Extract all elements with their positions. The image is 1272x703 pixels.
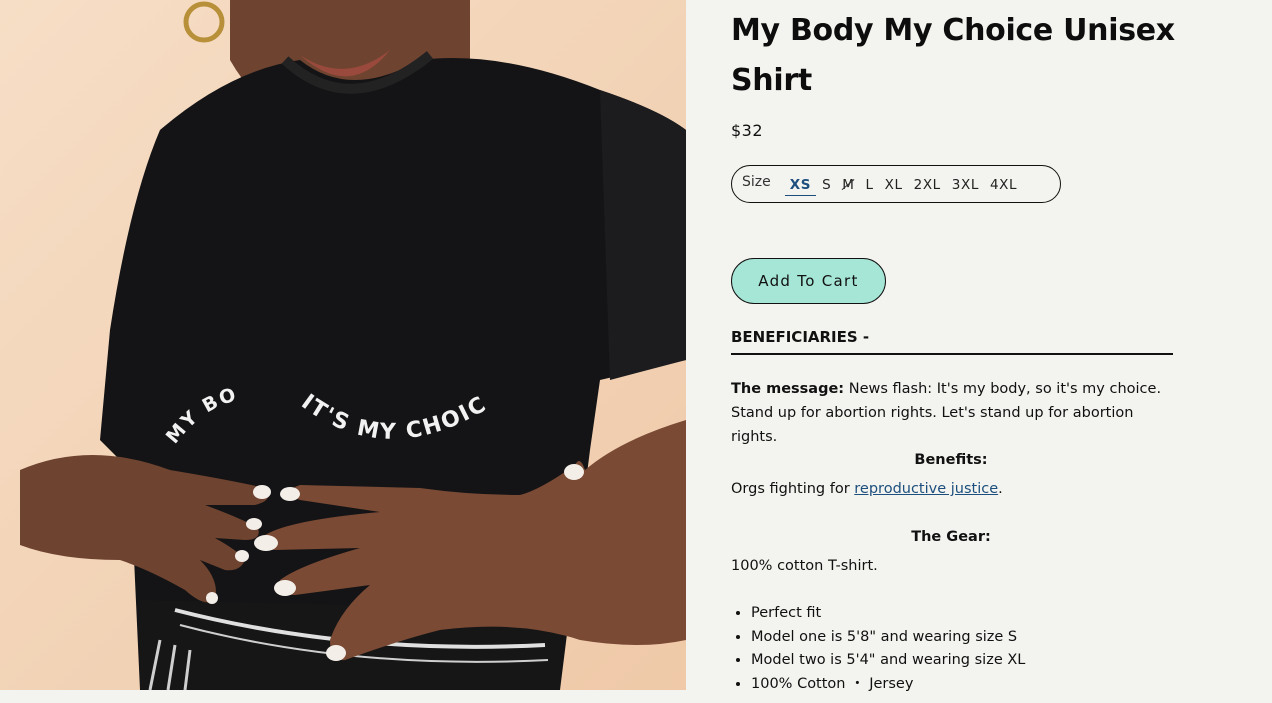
- size-option-s[interactable]: S: [817, 173, 836, 196]
- message-label: The message:: [731, 381, 845, 397]
- reproductive-justice-link[interactable]: reproductive justice: [854, 481, 998, 497]
- benefits-prefix: Orgs fighting for: [731, 481, 855, 497]
- size-option-xl[interactable]: XL: [880, 173, 908, 196]
- size-option-2xl[interactable]: 2XL: [909, 173, 946, 196]
- gear-text: 100% cotton T-shirt.: [731, 558, 878, 574]
- size-selector: Size XS S M L XL 2XL 3XL 4XL: [731, 165, 1061, 203]
- list-item: Model one is 5'8" and wearing size S: [751, 626, 1025, 650]
- product-photo-illustration: MY BODY IT'S MY CHOICE: [0, 0, 686, 690]
- list-item: 100% Cotton ・ Jersey: [751, 673, 1025, 697]
- gear-bullet-list: Perfect fit Model one is 5'8" and wearin…: [731, 602, 1025, 696]
- message-paragraph: The message: News flash: It's my body, s…: [731, 377, 1181, 449]
- list-item: Model two is 5'4" and wearing size XL: [751, 649, 1025, 673]
- size-option-m[interactable]: M: [837, 173, 859, 196]
- gear-heading: The Gear:: [911, 529, 991, 545]
- add-to-cart-button[interactable]: Add To Cart: [731, 258, 886, 304]
- product-title: My Body My Choice Unisex Shirt: [731, 13, 1175, 98]
- benefits-suffix: .: [998, 481, 1003, 497]
- size-option-4xl[interactable]: 4XL: [985, 173, 1022, 196]
- product-price: $32: [731, 121, 764, 140]
- size-label: Size: [742, 174, 771, 190]
- size-option-3xl[interactable]: 3XL: [947, 173, 984, 196]
- beneficiaries-heading: BENEFICIARIES -: [731, 328, 1173, 355]
- size-option-l[interactable]: L: [861, 173, 879, 196]
- benefits-paragraph: Orgs fighting for reproductive justice.: [731, 477, 1181, 501]
- page-bottom-strip: [0, 690, 686, 703]
- size-option-xs[interactable]: XS: [784, 173, 817, 196]
- list-item: Perfect fit: [751, 602, 1025, 626]
- benefits-heading: Benefits:: [914, 452, 988, 468]
- product-image[interactable]: MY BODY IT'S MY CHOICE: [0, 0, 686, 690]
